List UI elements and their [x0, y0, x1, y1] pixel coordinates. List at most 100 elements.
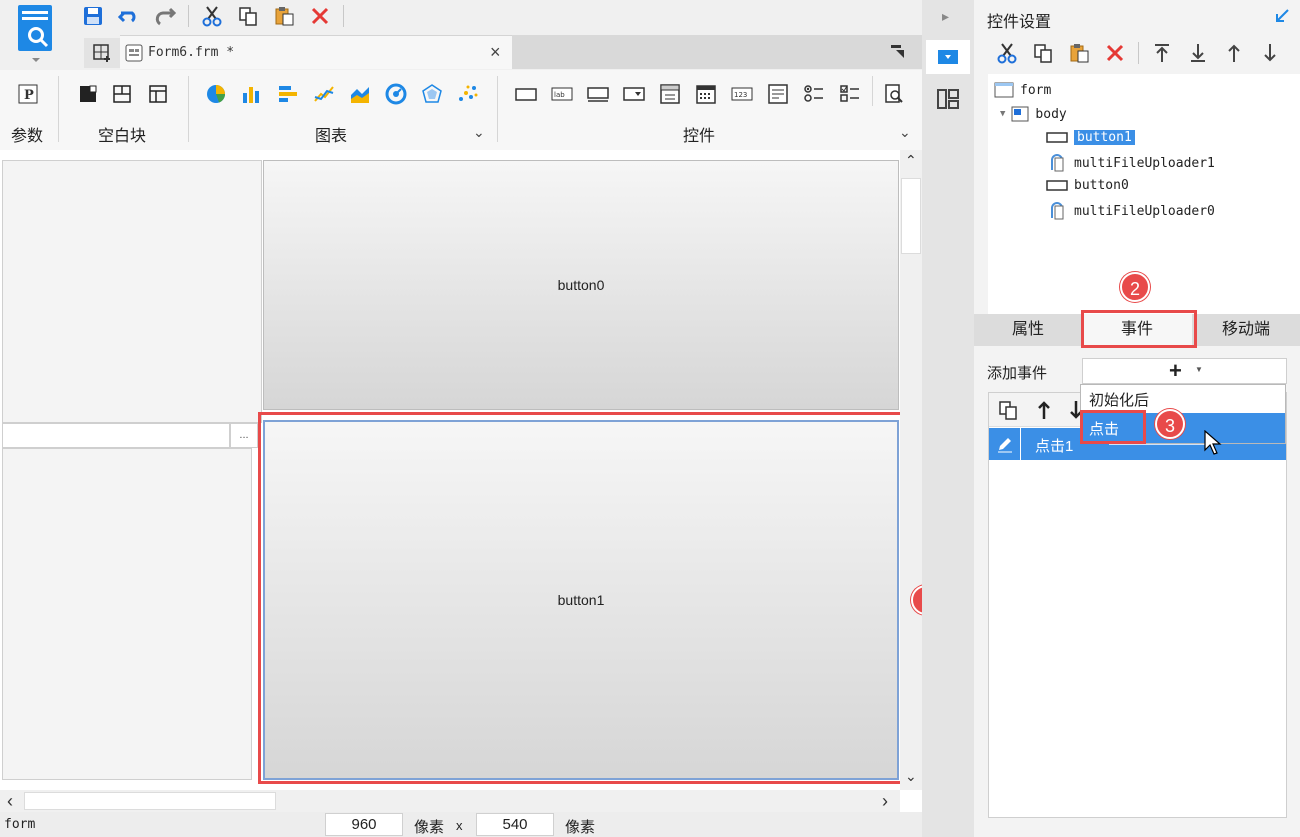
separator: [1138, 42, 1139, 64]
tree-node-multifileuploader0[interactable]: multiFileUploader0: [1046, 202, 1215, 220]
label-widget-icon[interactable]: lab: [550, 82, 574, 106]
tree-delete-icon[interactable]: [1102, 40, 1128, 66]
dropdown-widget-icon[interactable]: [622, 82, 646, 106]
layout-cell[interactable]: [2, 160, 262, 423]
scatter-chart-icon[interactable]: [456, 82, 480, 106]
app-logo-icon[interactable]: [10, 3, 62, 65]
delete-icon[interactable]: [307, 3, 333, 29]
button1-label: button1: [557, 592, 605, 608]
group-label-params: 参数: [11, 128, 44, 145]
tab-properties[interactable]: 属性: [974, 314, 1082, 346]
split-block-icon[interactable]: [110, 82, 134, 106]
canvas-width-input[interactable]: 960: [325, 813, 403, 836]
layout-tab-icon[interactable]: [936, 88, 960, 110]
scroll-left-icon[interactable]: ‹: [7, 791, 13, 812]
event-move-up-icon[interactable]: [1033, 399, 1055, 421]
number-widget-icon[interactable]: 123: [730, 82, 754, 106]
bar-chart-icon[interactable]: [240, 82, 264, 106]
tab-mobile[interactable]: 移动端: [1192, 314, 1300, 346]
menu-item-after-init[interactable]: 初始化后: [1081, 385, 1285, 413]
vertical-scroll-thumb[interactable]: [901, 178, 921, 254]
add-event-caret-icon[interactable]: ▼: [1195, 365, 1203, 374]
button1-widget[interactable]: button1: [263, 420, 899, 780]
cut-icon[interactable]: [199, 3, 225, 29]
button-widget-icon[interactable]: [514, 82, 538, 106]
ribbon-toolbar: P 参数 空白块 图表 ⌄ lab 123 控件 ⌄: [0, 70, 922, 150]
table-block-icon[interactable]: [146, 82, 170, 106]
move-to-bottom-icon[interactable]: [1185, 40, 1211, 66]
tree-node-body[interactable]: ▼ body: [1000, 106, 1067, 122]
date-widget-icon[interactable]: [694, 82, 718, 106]
tree-node-form[interactable]: form: [994, 82, 1051, 98]
tree-node-label: multiFileUploader1: [1074, 155, 1215, 171]
paste-icon[interactable]: [271, 3, 297, 29]
add-event-plus-icon[interactable]: +: [1169, 359, 1182, 383]
add-event-dropdown[interactable]: + ▼: [1082, 358, 1287, 384]
group-label-charts: 图表: [315, 128, 348, 145]
separator: [58, 76, 59, 142]
separator: [343, 5, 344, 27]
edit-pencil-icon[interactable]: [989, 428, 1021, 460]
tab-close-icon[interactable]: ×: [490, 42, 501, 62]
horizontal-scrollbar[interactable]: ‹ ›: [0, 790, 900, 812]
horizontal-bar-chart-icon[interactable]: [276, 82, 300, 106]
tree-copy-icon[interactable]: [1030, 40, 1056, 66]
group-label-controls: 控件: [683, 128, 716, 145]
event-list: 点击1: [988, 392, 1287, 818]
scroll-right-icon[interactable]: ›: [882, 791, 888, 812]
search-widget-icon[interactable]: [882, 82, 906, 106]
minimize-panel-icon[interactable]: [1274, 8, 1290, 24]
design-canvas[interactable]: ... button0 button1 ⌃ ‹ › ⌄: [0, 150, 922, 812]
grid-layout-icon[interactable]: [84, 38, 120, 68]
tab-form6[interactable]: Form6.frm * ×: [120, 35, 512, 69]
checkbox-group-widget-icon[interactable]: [838, 82, 862, 106]
tree-node-multifileuploader1[interactable]: multiFileUploader1: [1046, 154, 1215, 172]
widget-settings-tab-icon[interactable]: [926, 40, 970, 74]
pie-chart-icon[interactable]: [204, 82, 228, 106]
tree-node-button1[interactable]: button1: [1046, 130, 1135, 145]
radio-group-widget-icon[interactable]: [802, 82, 826, 106]
tree-paste-icon[interactable]: [1066, 40, 1092, 66]
layout-cell[interactable]: [2, 448, 252, 780]
tree-node-label: button0: [1074, 178, 1129, 193]
tree-cut-icon[interactable]: [994, 40, 1020, 66]
add-event-label: 添加事件: [987, 365, 1048, 382]
absolute-block-icon[interactable]: [76, 82, 100, 106]
scroll-down-icon[interactable]: ⌄: [905, 768, 917, 785]
tree-node-button0[interactable]: button0: [1046, 178, 1129, 193]
vertical-scrollbar[interactable]: ⌃: [900, 150, 922, 790]
scroll-up-icon[interactable]: ⌃: [905, 152, 917, 169]
move-to-top-icon[interactable]: [1149, 40, 1175, 66]
dropdown-tree-widget-icon[interactable]: [658, 82, 682, 106]
horizontal-scroll-thumb[interactable]: [24, 792, 276, 810]
tab-title: Form6.frm *: [148, 45, 235, 60]
radar-chart-icon[interactable]: [420, 82, 444, 106]
line-chart-icon[interactable]: [312, 82, 336, 106]
move-down-icon[interactable]: [1257, 40, 1283, 66]
dock-panel-icon[interactable]: [890, 43, 906, 59]
text-field-widget-icon[interactable]: [586, 82, 610, 106]
file-uploader-icon: [1051, 154, 1064, 172]
redo-icon[interactable]: [152, 3, 178, 29]
move-up-icon[interactable]: [1221, 40, 1247, 66]
collapse-arrow-icon[interactable]: ▸: [942, 8, 949, 25]
controls-expand-chevron-icon[interactable]: ⌄: [899, 124, 911, 141]
separator: [497, 76, 498, 142]
separator: [188, 76, 189, 142]
event-copy-icon[interactable]: [997, 399, 1019, 421]
tab-events[interactable]: 事件: [1082, 314, 1192, 346]
save-icon[interactable]: [80, 3, 106, 29]
undo-icon[interactable]: [116, 3, 142, 29]
layout-text-field[interactable]: [2, 423, 230, 448]
area-chart-icon[interactable]: [348, 82, 372, 106]
parameter-icon[interactable]: P: [16, 82, 40, 106]
charts-expand-chevron-icon[interactable]: ⌄: [473, 124, 485, 141]
button0-widget[interactable]: button0: [263, 160, 899, 410]
text-area-widget-icon[interactable]: [766, 82, 790, 106]
canvas-height-input[interactable]: 540: [476, 813, 554, 836]
copy-icon[interactable]: [235, 3, 261, 29]
layout-more-button[interactable]: ...: [230, 423, 258, 448]
expand-caret-icon[interactable]: ▼: [1000, 109, 1005, 119]
button-icon: [1046, 179, 1068, 191]
gauge-chart-icon[interactable]: [384, 82, 408, 106]
